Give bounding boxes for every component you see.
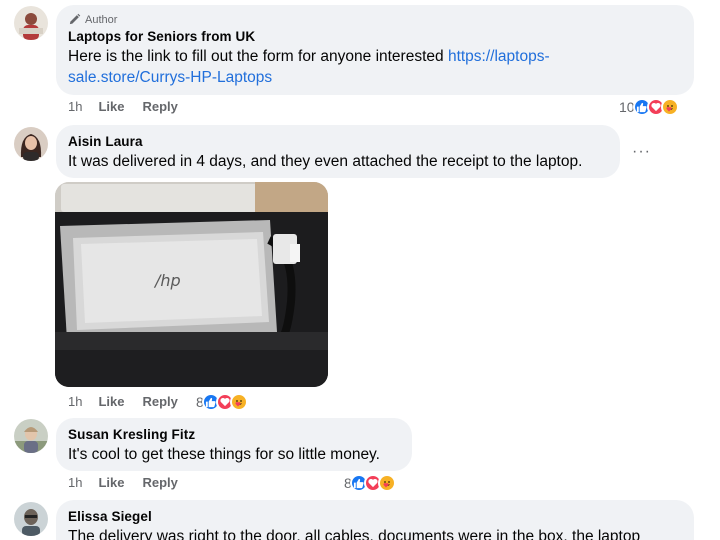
avatar-image: [14, 6, 48, 40]
pencil-icon: [69, 13, 81, 25]
avatar-image: [14, 419, 48, 453]
like-button[interactable]: Like: [98, 475, 124, 490]
comment-bubble: Susan Kresling Fitz It's cool to get the…: [56, 418, 412, 471]
commenter-name[interactable]: Aisin Laura: [68, 133, 608, 151]
reply-button[interactable]: Reply: [142, 99, 177, 114]
laptop-box-image: /hp: [55, 182, 328, 387]
avatar[interactable]: [14, 502, 48, 536]
avatar[interactable]: [14, 127, 48, 161]
avatar[interactable]: [14, 419, 48, 453]
care-icon: [660, 98, 679, 116]
avatar[interactable]: [14, 6, 48, 40]
comment-bubble: Author Laptops for Seniors from UK Here …: [56, 5, 694, 95]
comment-link-line2[interactable]: sale.store/Currys-HP-Laptops: [68, 69, 272, 86]
comment-link-line1[interactable]: https://laptops-: [448, 48, 550, 65]
author-badge: Author: [68, 13, 682, 26]
comment-actions: 1h Like Reply: [68, 394, 196, 409]
comment-time[interactable]: 1h: [68, 99, 82, 114]
comment-bubble: Aisin Laura It was delivered in 4 days, …: [56, 125, 620, 178]
commenter-name[interactable]: Susan Kresling Fitz: [68, 426, 400, 444]
comment-text: Here is the link to fill out the form fo…: [68, 46, 682, 88]
reaction-summary[interactable]: 8: [196, 393, 248, 411]
comment-actions: 1h Like Reply: [68, 99, 196, 114]
comment-bubble: Elissa Siegel The delivery was right to …: [56, 500, 694, 540]
comment-time[interactable]: 1h: [68, 475, 82, 490]
avatar-image: [14, 127, 48, 161]
reaction-summary[interactable]: 8: [344, 474, 396, 492]
svg-text:/hp: /hp: [153, 271, 181, 290]
commenter-name[interactable]: Elissa Siegel: [68, 508, 682, 526]
reply-button[interactable]: Reply: [142, 475, 177, 490]
reaction-summary[interactable]: 10: [619, 98, 679, 116]
like-button[interactable]: Like: [98, 99, 124, 114]
comment-actions: 1h Like Reply: [68, 475, 196, 490]
reply-button[interactable]: Reply: [142, 394, 177, 409]
avatar-image: [14, 502, 48, 536]
care-icon: [377, 474, 396, 492]
comment-text: It's cool to get these things for so lit…: [68, 446, 380, 463]
more-options-button[interactable]: ···: [632, 143, 651, 161]
comment-text: It was delivered in 4 days, and they eve…: [68, 153, 583, 170]
comment-text: The delivery was right to the door, all …: [68, 528, 641, 540]
care-icon: [229, 393, 248, 411]
comment-time[interactable]: 1h: [68, 394, 82, 409]
commenter-name[interactable]: Laptops for Seniors from UK: [68, 28, 682, 46]
comment-photo[interactable]: /hp: [55, 182, 328, 387]
like-button[interactable]: Like: [98, 394, 124, 409]
comment-text-body: Here is the link to fill out the form fo…: [68, 48, 448, 65]
author-badge-label: Author: [85, 13, 118, 26]
